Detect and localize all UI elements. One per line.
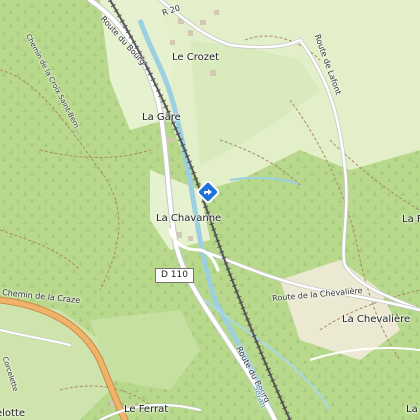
place-label-la-chavanne: La Chavanne	[156, 213, 222, 224]
road-shield-d110: D 110	[155, 268, 194, 283]
place-label-le-ferrat: Le Ferrat	[124, 404, 169, 415]
directions-diamond-icon	[196, 180, 220, 204]
place-label-cropped-bottom-left: elotte	[0, 408, 26, 419]
directions-marker[interactable]	[196, 180, 220, 204]
place-label-la-gare: La Gare	[142, 112, 181, 123]
place-label-le-crozet: Le Crozet	[172, 52, 220, 63]
place-label-cropped-bottom-right: La R	[406, 404, 420, 415]
place-label-cropped-right: La Fr	[402, 214, 420, 225]
map-canvas[interactable]: Le Crozet La Gare La Chavanne La Chevali…	[0, 0, 420, 420]
place-label-la-chevaliere: La Chevalière	[342, 314, 411, 325]
map-terrain	[0, 0, 420, 420]
